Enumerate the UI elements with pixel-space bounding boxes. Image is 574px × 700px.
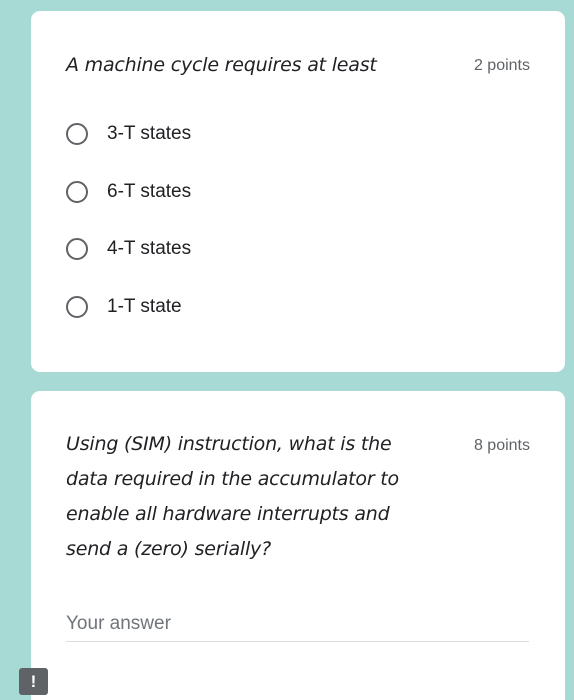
points-label: 8 points: [473, 437, 530, 454]
option-label: 4-T states: [107, 238, 192, 259]
question-title: Using (SIM) instruction, what is the dat…: [66, 433, 399, 560]
radio-button[interactable]: [66, 123, 88, 145]
points-label: 2 points: [473, 57, 530, 74]
question-card-2: Using (SIM) instruction, what is the dat…: [31, 391, 565, 700]
option-label: 6-T states: [107, 181, 192, 202]
option-label: 3-T states: [107, 123, 192, 144]
question-title: A machine cycle requires at least: [66, 54, 377, 76]
answer-input[interactable]: [66, 607, 529, 642]
option-label: 1-T state: [107, 296, 182, 317]
option-6t-states[interactable]: 6-T states: [66, 177, 191, 207]
radio-button[interactable]: [66, 238, 88, 260]
question-card-1: A machine cycle requires at least 2 poin…: [31, 11, 565, 372]
radio-button[interactable]: [66, 181, 88, 203]
exclamation-icon: !: [30, 672, 37, 691]
radio-button[interactable]: [66, 296, 88, 318]
option-1t-state[interactable]: 1-T state: [66, 292, 182, 322]
report-feedback-button[interactable]: !: [19, 668, 48, 695]
option-3t-states[interactable]: 3-T states: [66, 119, 191, 149]
option-4t-states[interactable]: 4-T states: [66, 234, 191, 264]
